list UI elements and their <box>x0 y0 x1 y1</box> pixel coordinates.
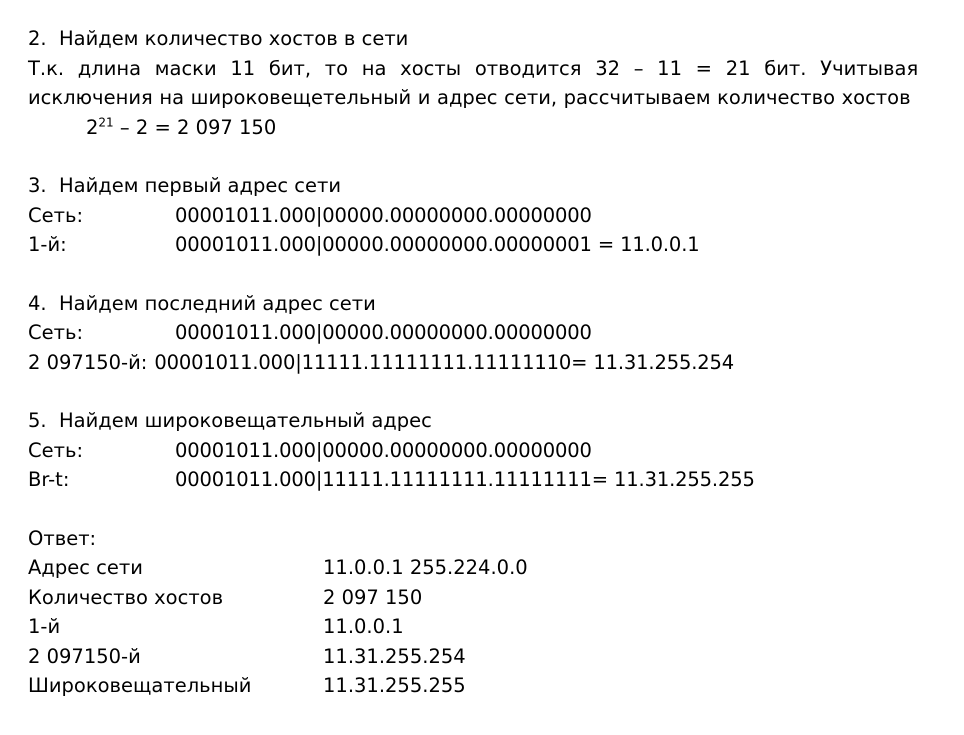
answer-heading: Ответ: <box>28 526 97 550</box>
table-row: Адрес сети 11.0.0.1 255.224.0.0 <box>28 553 528 583</box>
section-heading-first-address: 3. Найдем первый адрес сети <box>28 174 342 197</box>
address-row: Сеть: 00001011.000|00000.00000000.0000000… <box>28 318 964 348</box>
address-row-result: = 11.0.0.1 <box>591 233 700 256</box>
answer-value: 11.0.0.1 <box>323 615 404 638</box>
answer-key: 1-й <box>28 615 61 638</box>
answer-value: 11.31.255.255 <box>323 674 466 697</box>
answer-value: 11.0.0.1 255.224.0.0 <box>323 556 528 579</box>
address-row: 1-й: 00001011.000|00000.00000000.00000001… <box>28 230 964 260</box>
address-row-bits: 00001011.000|00000.00000000.00000000 <box>175 203 592 227</box>
formula-remainder: – 2 = 2 097 150 <box>113 115 277 139</box>
section-heading-broadcast-address: 5. Найдем широковещательный адрес <box>28 409 432 432</box>
address-row-result: = 11.31.255.255 <box>591 468 755 491</box>
answer-value: 11.31.255.254 <box>323 644 466 668</box>
address-row-label: Br-t: <box>28 468 70 491</box>
document-page: 2. Найдем количество хостов в сети Т.к. … <box>0 0 964 735</box>
answer-summary-table: Адрес сети 11.0.0.1 255.224.0.0 Количест… <box>28 553 528 701</box>
address-row-label: Сеть: <box>28 321 84 344</box>
table-row: Широковещательный 11.31.255.255 <box>28 671 528 701</box>
table-row: 2 097150-й 11.31.255.254 <box>28 642 528 672</box>
address-row: 2 097150-й: 00001011.000|11111.11111111.1… <box>28 348 964 378</box>
address-row-bits: 00001011.000|11111.11111111.11111111 <box>175 468 592 491</box>
document-content: 2. Найдем количество хостов в сети Т.к. … <box>28 24 964 701</box>
address-row-bits: 00001011.000|00000.00000000.00000000 <box>175 438 592 462</box>
answer-key: 2 097150-й <box>28 644 141 668</box>
address-row-label: 2 097150-й: <box>28 350 148 374</box>
answer-key: Широковещательный <box>28 674 252 697</box>
address-row-label: 1-й: <box>28 233 67 256</box>
address-row-bits: 00001011.000|11111.11111111.11111110 <box>154 350 572 374</box>
section-heading-hosts-count: 2. Найдем количество хостов в сети <box>28 27 409 50</box>
formula-exponent: 21 <box>98 115 114 129</box>
address-row: Сеть: 00001011.000|00000.00000000.0000000… <box>28 436 964 466</box>
address-row-label: Сеть: <box>28 438 84 462</box>
address-row-result: = 11.31.255.254 <box>571 350 735 374</box>
hosts-count-formula: 221 – 2 = 2 097 150 <box>28 113 964 143</box>
hosts-count-paragraph-line-1: Т.к. длина маски 11 бит, то на хосты отв… <box>28 56 919 80</box>
table-row: Количество хостов 2 097 150 <box>28 583 528 613</box>
address-row: Br-t: 00001011.000|11111.11111111.1111111… <box>28 465 964 495</box>
table-row: 1-й 11.0.0.1 <box>28 612 528 642</box>
address-row-label: Сеть: <box>28 203 84 227</box>
answer-key: Адрес сети <box>28 556 143 579</box>
address-row: Сеть: 00001011.000|00000.00000000.0000000… <box>28 201 964 231</box>
section-heading-last-address: 4. Найдем последний адрес сети <box>28 291 376 315</box>
answer-key: Количество хостов <box>28 585 224 609</box>
formula-base: 2 <box>86 115 99 139</box>
answer-value: 2 097 150 <box>323 585 423 609</box>
hosts-count-paragraph-line-2: исключения на широковещетельный и адрес … <box>28 86 911 109</box>
address-row-bits: 00001011.000|00000.00000000.00000001 <box>175 233 592 256</box>
address-row-bits: 00001011.000|00000.00000000.00000000 <box>175 321 592 344</box>
